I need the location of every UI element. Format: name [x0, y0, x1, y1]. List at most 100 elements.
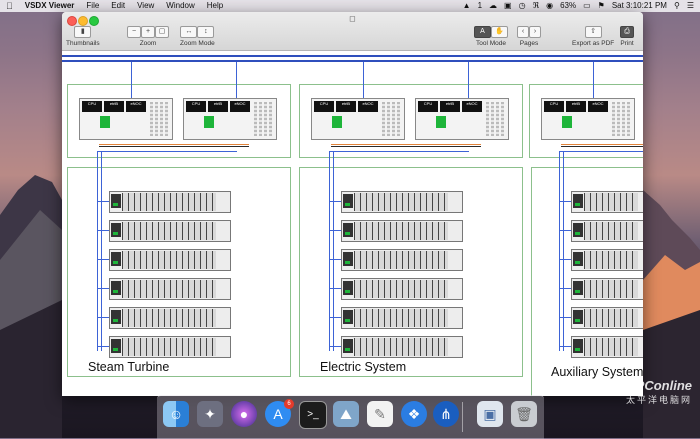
terminal-icon[interactable]: >_ [299, 401, 327, 429]
status-led-block [204, 116, 214, 128]
rack-slots [354, 193, 448, 211]
siri-icon[interactable]: ● [231, 401, 257, 427]
status-led [345, 261, 350, 264]
network-drop [468, 62, 469, 98]
rack-slots [354, 309, 448, 327]
bluetooth-icon[interactable]: ℜ [533, 0, 540, 12]
io-rack [341, 191, 463, 213]
time-machine-icon[interactable]: ◷ [519, 0, 526, 12]
thumbnails-button[interactable]: ▮ Thumbnails [66, 26, 100, 47]
adobe-count: 1 [477, 1, 483, 10]
controller-module-label: CPU [544, 101, 564, 112]
io-rack [571, 220, 643, 242]
status-led-block [436, 116, 446, 128]
controller-module-label: etrlB [336, 101, 356, 112]
zoom-in-icon[interactable]: + [141, 26, 155, 38]
image-viewer-icon[interactable]: ▣ [477, 401, 503, 427]
io-module [397, 102, 400, 136]
status-led [345, 290, 350, 293]
status-led [575, 232, 580, 235]
io-module [627, 102, 630, 136]
io-rack [341, 278, 463, 300]
flag-icon[interactable]: ⚑ [598, 0, 605, 12]
datetime[interactable]: Sat 3:10:21 PM [612, 0, 667, 12]
redundancy-link [99, 144, 249, 145]
controller-module-label: eNOC [358, 101, 378, 112]
network-bus-line [62, 60, 643, 62]
zoom-fit-icon[interactable]: ▢ [155, 26, 169, 38]
zoom-mode-label: Zoom Mode [180, 40, 215, 47]
sync-link [561, 146, 643, 147]
io-rack [109, 336, 231, 358]
prev-page-icon[interactable]: ‹ [517, 26, 529, 38]
fit-page-icon[interactable]: ↕ [197, 26, 215, 38]
io-module [491, 102, 494, 136]
app-store-badge: 6 [284, 399, 294, 409]
next-page-icon[interactable]: › [529, 26, 541, 38]
preview-icon[interactable]: ⛰ [333, 401, 359, 427]
io-rack [341, 220, 463, 242]
rack-link [329, 230, 341, 231]
menu-edit[interactable]: Edit [105, 0, 131, 12]
thumbnails-label: Thumbnails [66, 40, 100, 47]
diagram-canvas[interactable]: Steam Turbine Electric System Auxiliary … [62, 51, 643, 396]
wifi-icon[interactable]: ◉ [546, 0, 553, 12]
menu-view[interactable]: View [131, 0, 160, 12]
export-pdf-button[interactable]: ⇧ Export as PDF [572, 26, 614, 47]
display-icon[interactable]: ▣ [504, 0, 512, 12]
io-rack [571, 336, 643, 358]
safari-icon[interactable]: ❖ [401, 401, 427, 427]
battery-icon[interactable]: ▭ [583, 0, 591, 12]
search-icon[interactable]: ⚲ [674, 0, 680, 12]
vsdx-viewer-dock-icon[interactable]: ⋔ [433, 401, 459, 427]
rack-link [329, 288, 341, 289]
io-rack [109, 191, 231, 213]
fieldbus-trunk [97, 151, 98, 351]
battery-percent[interactable]: 63% [560, 0, 576, 12]
rack-link [97, 288, 109, 289]
network-drop [131, 62, 132, 98]
io-module [501, 102, 504, 136]
app-store-icon[interactable]: A6 [265, 399, 294, 427]
app-menu[interactable]: VSDX Viewer [19, 0, 81, 12]
network-drop [363, 62, 364, 98]
controller-module-label: CPU [186, 101, 206, 112]
notification-icon[interactable]: ☰ [687, 0, 694, 12]
watermark: PConline 太平洋电脑网 [626, 378, 692, 406]
tool-mode-group: A ✋ Tool Mode [474, 26, 508, 47]
sidebar-icon: ▮ [74, 26, 92, 38]
plc-controller: CPU etrlB eNOC [541, 98, 635, 140]
text-select-icon[interactable]: A [474, 26, 491, 38]
rack-slots [354, 251, 448, 269]
io-module [150, 102, 153, 136]
fieldbus-trunk [563, 151, 564, 351]
menu-window[interactable]: Window [160, 0, 200, 12]
finder-icon[interactable]: ☺ [163, 401, 189, 427]
io-module [269, 102, 272, 136]
controller-module-label: etrlB [566, 101, 586, 112]
menu-bar:  VSDX Viewer File Edit View Window Help… [0, 0, 700, 12]
status-led [113, 232, 118, 235]
rack-link [559, 201, 571, 202]
trash-icon[interactable]: 🗑 [511, 401, 537, 427]
menu-help[interactable]: Help [201, 0, 229, 12]
io-module [382, 102, 385, 136]
hand-tool-icon[interactable]: ✋ [491, 26, 508, 38]
launchpad-icon[interactable]: ✦ [197, 401, 223, 427]
apple-menu-icon[interactable]:  [0, 0, 19, 12]
fieldbus-trunk [329, 151, 330, 351]
rack-slots [122, 338, 216, 356]
tool-mode-label: Tool Mode [476, 40, 506, 47]
adobe-status-icon[interactable]: ▲ 1 [463, 0, 482, 12]
cloud-icon[interactable]: ☁ [489, 0, 497, 12]
zoom-out-icon[interactable]: − [127, 26, 141, 38]
textedit-icon[interactable]: ✎ [367, 401, 393, 427]
menu-file[interactable]: File [80, 0, 105, 12]
io-rack [341, 249, 463, 271]
status-led [345, 203, 350, 206]
fit-width-icon[interactable]: ↔ [180, 26, 198, 38]
print-button[interactable]: ⎙ Print [620, 26, 634, 47]
rack-link [559, 230, 571, 231]
status-led [345, 348, 350, 351]
controller-module-label: CPU [82, 101, 102, 112]
